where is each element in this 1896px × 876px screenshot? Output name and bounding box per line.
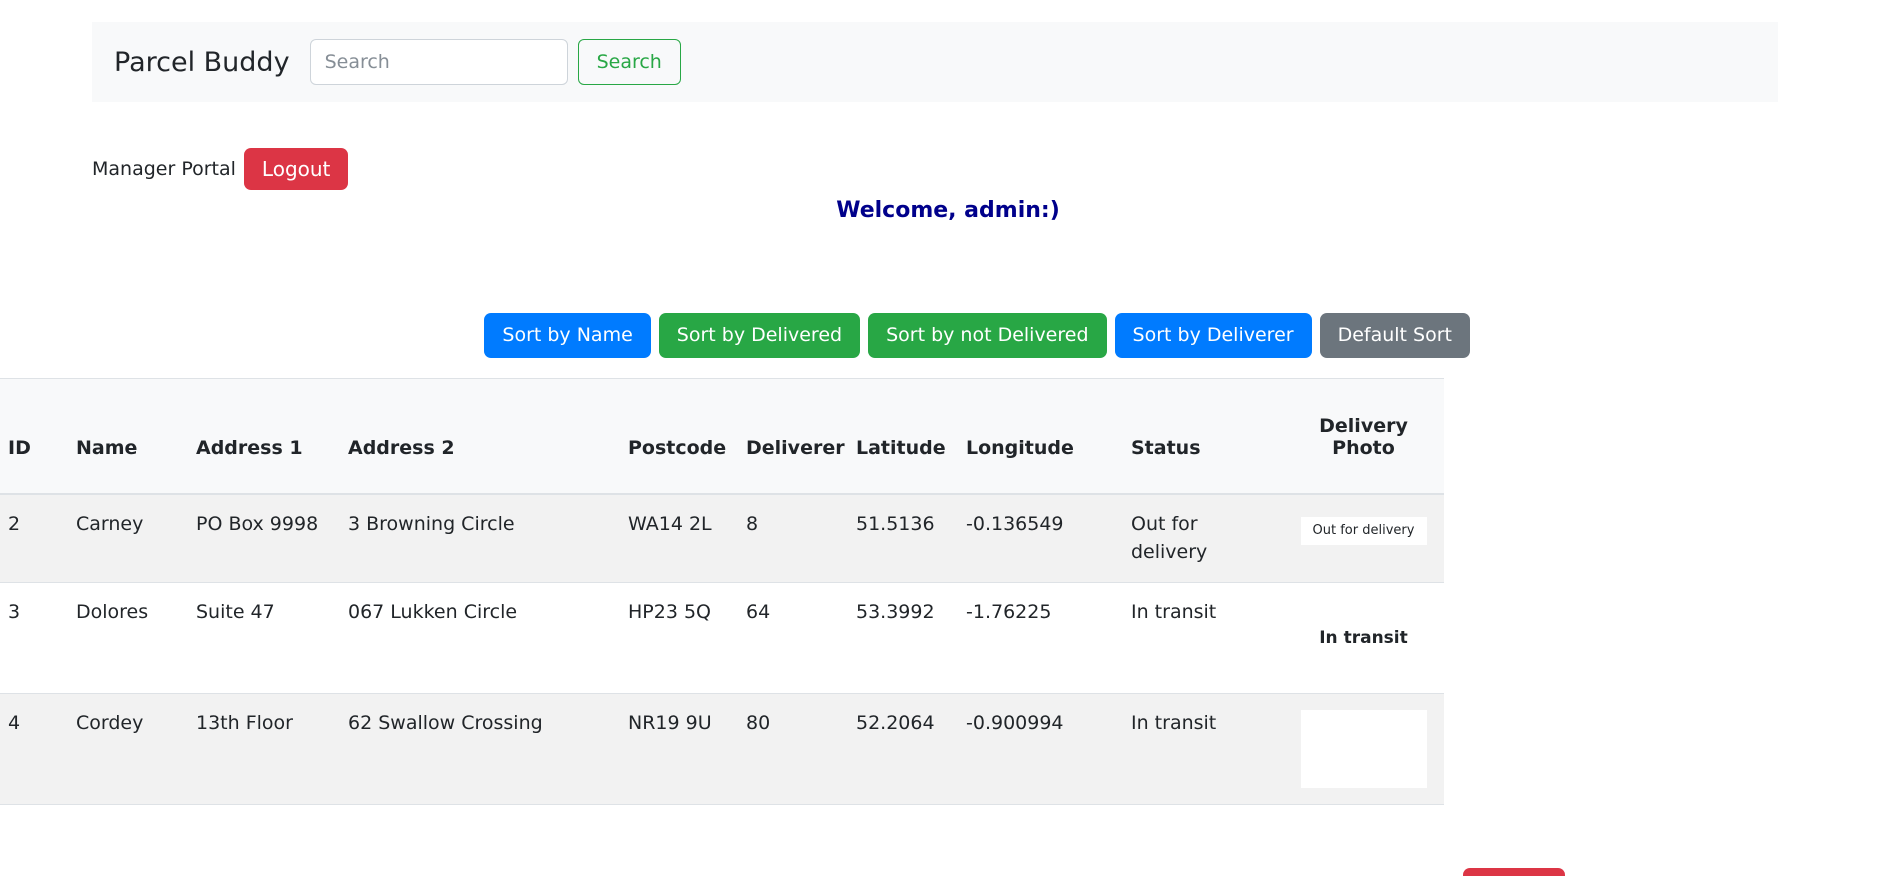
cell-name: Dolores	[68, 582, 188, 695]
column-header-address2: Address 2	[340, 378, 620, 495]
cell-latitude: 51.5136	[848, 494, 958, 584]
cell-delivery-photo: Out for delivery	[1283, 494, 1444, 584]
cell-address2: 3 Browning Circle	[340, 494, 620, 584]
search-button[interactable]: Search	[577, 39, 681, 85]
cell-address1: Suite 47	[188, 582, 340, 695]
app-brand: Parcel Buddy	[114, 46, 290, 78]
cell-name: Carney	[68, 494, 188, 584]
cell-address2: 62 Swallow Crossing	[340, 693, 620, 806]
cell-delivery-photo: In transit	[1283, 582, 1444, 695]
cell-address1: 13th Floor	[188, 693, 340, 806]
search-input[interactable]	[309, 39, 568, 85]
column-header-id: ID	[0, 378, 68, 495]
sort-by-delivered-button[interactable]: Sort by Delivered	[658, 313, 861, 358]
delete-button[interactable]: Delete	[1463, 868, 1565, 876]
cell-name: Cordey	[68, 693, 188, 806]
table-header: ID Name Address 1 Address 2 Postcode Del…	[0, 378, 1444, 495]
cell-status: Out for delivery	[1123, 494, 1283, 584]
cell-deliverer: 8	[738, 494, 848, 584]
cell-deliverer: 80	[738, 693, 848, 806]
table-body: 2 Carney PO Box 9998 3 Browning Circle W…	[0, 494, 1444, 806]
cell-status: In transit	[1123, 582, 1283, 695]
cell-longitude: -0.136549	[958, 494, 1123, 584]
cell-status: In transit	[1123, 693, 1283, 806]
sort-by-name-button[interactable]: Sort by Name	[484, 313, 651, 358]
welcome-message: Welcome, admin:)	[836, 198, 1060, 223]
column-header-latitude: Latitude	[848, 378, 958, 495]
cell-postcode: HP23 5Q	[620, 582, 738, 695]
manager-portal-row: Manager Portal Logout	[92, 148, 349, 190]
column-header-status: Status	[1123, 378, 1283, 495]
app-root: Parcel Buddy Search Manager Portal Logou…	[0, 0, 1896, 876]
cell-deliverer: 64	[738, 582, 848, 695]
cell-id: 2	[0, 494, 68, 584]
parcel-table: ID Name Address 1 Address 2 Postcode Del…	[0, 378, 1444, 806]
manager-portal-label: Manager Portal	[92, 158, 236, 180]
cell-id: 4	[0, 693, 68, 806]
cell-postcode: NR19 9U	[620, 693, 738, 806]
column-header-name: Name	[68, 378, 188, 495]
column-header-delivery-photo: Delivery Photo	[1283, 378, 1444, 495]
parcel-table-container: ID Name Address 1 Address 2 Postcode Del…	[0, 378, 1896, 876]
column-header-address1: Address 1	[188, 378, 340, 495]
sort-button-group: Sort by Name Sort by Delivered Sort by n…	[0, 313, 1470, 358]
cell-latitude: 53.3992	[848, 582, 958, 695]
delivery-photo-thumbnail[interactable]: In transit	[1300, 599, 1427, 678]
logout-button[interactable]: Logout	[243, 148, 349, 190]
navbar: Parcel Buddy Search	[92, 22, 1778, 102]
cell-delivery-photo	[1283, 693, 1444, 806]
cell-address2: 067 Lukken Circle	[340, 582, 620, 695]
table-header-row: ID Name Address 1 Address 2 Postcode Del…	[0, 378, 1444, 495]
cell-longitude: -0.900994	[958, 693, 1123, 806]
cell-longitude: -1.76225	[958, 582, 1123, 695]
cell-postcode: WA14 2L	[620, 494, 738, 584]
table-row[interactable]: 4 Cordey 13th Floor 62 Swallow Crossing …	[0, 693, 1444, 806]
column-header-postcode: Postcode	[620, 378, 738, 495]
table-row[interactable]: 2 Carney PO Box 9998 3 Browning Circle W…	[0, 494, 1444, 584]
sort-by-not-delivered-button[interactable]: Sort by not Delivered	[868, 313, 1107, 358]
default-sort-button[interactable]: Default Sort	[1319, 313, 1470, 358]
delivery-photo-thumbnail[interactable]	[1300, 710, 1427, 789]
column-header-longitude: Longitude	[958, 378, 1123, 495]
column-header-deliverer: Deliverer	[738, 378, 848, 495]
cell-id: 3	[0, 582, 68, 695]
table-row[interactable]: 3 Dolores Suite 47 067 Lukken Circle HP2…	[0, 582, 1444, 695]
delivery-photo-thumbnail[interactable]: Out for delivery	[1300, 517, 1427, 545]
cell-address1: PO Box 9998	[188, 494, 340, 584]
sort-by-deliverer-button[interactable]: Sort by Deliverer	[1114, 313, 1312, 358]
cell-latitude: 52.2064	[848, 693, 958, 806]
